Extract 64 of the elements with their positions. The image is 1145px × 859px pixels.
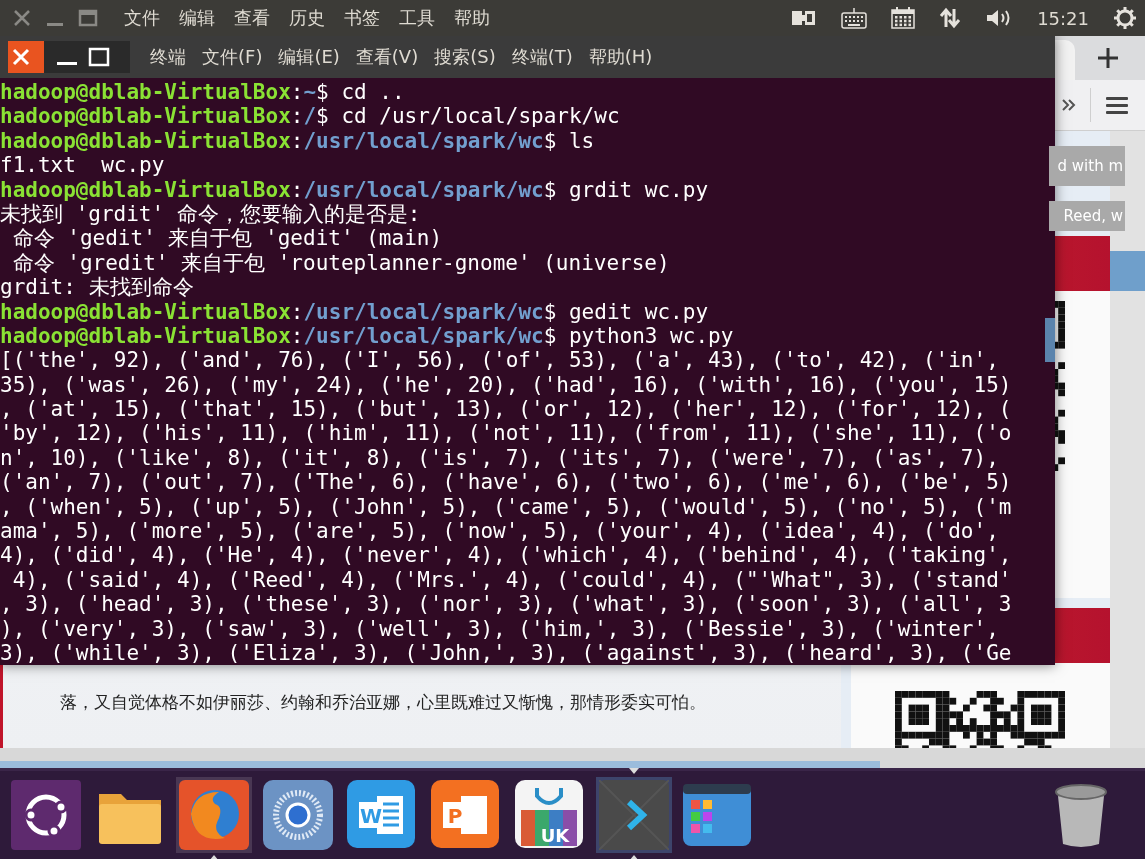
output-line: f1.txt wc.py xyxy=(0,153,165,178)
new-tab-icon[interactable] xyxy=(1097,47,1119,69)
menu-item[interactable]: 文件(F) xyxy=(202,45,263,69)
plug-icon[interactable] xyxy=(791,8,818,28)
output-line: ), ('very', 3), ('saw', 3), ('well', 3), ('him,', 3), ('Bessie', 3), ('winter', xyxy=(0,616,999,641)
keyboard-icon[interactable] xyxy=(841,7,868,29)
prompt-line: hadoop@dblab-VirtualBox:~$ cd .. xyxy=(0,80,405,105)
highlighted-text: d with m xyxy=(1048,146,1126,186)
calendar-icon[interactable] xyxy=(891,7,916,29)
menu-item[interactable]: 编辑 xyxy=(179,6,215,30)
ubuntu-logo-icon xyxy=(11,780,81,850)
output-line: 命令 'gedit' 来自于包 'gedit' (main) xyxy=(11,226,443,251)
menu-item[interactable]: 终端 xyxy=(150,45,186,69)
prompt-line: hadoop@dblab-VirtualBox:/usr/local/spark/wc$ ls xyxy=(0,128,595,154)
article-paragraph: 落，又自觉体格不如伊丽莎、约翰和乔治亚娜，心里既难过又惭愧，那情形委实可怕。 xyxy=(60,691,707,714)
output-line: 4), ('said', 4), ('Reed', 4), ('Mrs.', 4), ('could', 4), ("'What", 3), ('stand' xyxy=(11,567,1012,593)
launcher-item[interactable] xyxy=(260,777,336,853)
scrollbar[interactable] xyxy=(0,761,880,768)
ring-icon xyxy=(263,780,333,850)
focus-indicator-icon xyxy=(629,768,639,774)
prompt-line: hadoop@dblab-VirtualBox:/usr/local/spark/wc$ python3 wc.py xyxy=(0,323,734,349)
menu-item[interactable]: 查看(V) xyxy=(355,45,419,69)
prompt-line: hadoop@dblab-VirtualBox:/usr/local/spark/wc$ gedit wc.py xyxy=(0,299,709,324)
clock[interactable]: 15:21 xyxy=(1037,7,1089,29)
output-line: [('the', 92), ('and', 76), ('I', 56), ('of', 53), ('a', 43), ('to', 42), ('in', xyxy=(0,348,999,373)
prompt-line: hadoop@dblab-VirtualBox:/$ cd /usr/local/spark/wc xyxy=(0,104,620,129)
output-line: grdit: 未找到命令 xyxy=(0,275,194,300)
output-line: 命令 'gredit' 来自于包 'routeplanner-gnome' (universe) xyxy=(11,250,670,276)
output-line: 'by', 12), ('his', 11), ('him', 11), ('not', 11), ('from', 11), ('she', 11), ('o xyxy=(0,421,1012,446)
close-icon[interactable] xyxy=(12,8,32,28)
output-line: 3), ('while', 3), ('Eliza', 3), ('John,', 3), ('against', 3), ('heard', 3), ('Ge xyxy=(0,641,1012,665)
close-icon xyxy=(12,48,30,66)
menu-icon[interactable] xyxy=(1105,95,1129,115)
prompt-line: hadoop@dblab-VirtualBox:/usr/local/spark/wc$ grdit wc.py xyxy=(0,177,709,202)
output-line: , ('at', 15), ('that', 15), ('but', 13), ('or', 12), ('her', 12), ('for', 12), ( xyxy=(0,397,1012,422)
menu-item[interactable]: 工具 xyxy=(399,6,435,30)
menu-item[interactable]: 搜索(S) xyxy=(434,45,496,69)
launcher-item[interactable] xyxy=(8,777,84,853)
trash-icon xyxy=(1053,782,1109,848)
scrollbar-thumb[interactable] xyxy=(1045,318,1055,362)
menu-item[interactable]: 文件 xyxy=(124,6,160,30)
output-line: 未找到 'grdit' 命令，您要输入的是否是: xyxy=(0,201,421,227)
globe-icon xyxy=(179,780,249,850)
output-line: 4), ('did', 4), ('He', 4), ('never', 4), ('which', 4), ('behind', 4), ('taking', xyxy=(0,543,1012,568)
menu-item[interactable]: 帮助 xyxy=(454,6,490,30)
output-line: , ('when', 5), ('up', 5), ('John', 5), ('came', 5), ('would', 5), ('no', 5), ('m xyxy=(0,494,1012,520)
menu-item[interactable]: 终端(T) xyxy=(511,45,573,69)
output-line: n', 10), ('like', 8), ('it', 8), ('is', 7), ('its', 7), ('were', 7), ('as', 7), xyxy=(0,445,999,471)
menu-item[interactable]: 查看 xyxy=(234,6,270,30)
output-line: 35), ('was', 26), ('my', 24), ('he', 20), ('had', 16), ('with', 16), ('you', 15) xyxy=(0,372,1012,398)
menu-item[interactable]: 帮助(H) xyxy=(588,45,653,69)
gear-icon[interactable] xyxy=(1113,6,1137,30)
close-button[interactable] xyxy=(8,41,44,73)
output-line: , 3), ('head', 3), ('these', 3), ('nor', 3), ('what', 3), ('soon', 3), ('all', 3 xyxy=(0,592,1012,617)
highlighted-text: Reed, w xyxy=(1048,201,1126,231)
output-line: ('an', 7), ('out', 7), ('The', 6), ('have', 6), ('two', 6), ('me', 6), ('be', 5) xyxy=(0,470,1012,495)
chevron-icon xyxy=(599,780,669,850)
scrollbar-thumb[interactable] xyxy=(1110,251,1145,291)
menu-item[interactable]: 历史 xyxy=(289,6,325,30)
menu-item[interactable]: 编辑(E) xyxy=(278,45,340,69)
output-line: ama', 5), ('more', 5), ('are', 5), ('now', 5), ('your', 4), ('idea', 4), ('do', xyxy=(0,519,999,544)
menu-item[interactable]: 书签 xyxy=(344,6,380,30)
chevrons-icon[interactable] xyxy=(1062,98,1076,112)
network-arrows-icon[interactable] xyxy=(939,7,962,29)
